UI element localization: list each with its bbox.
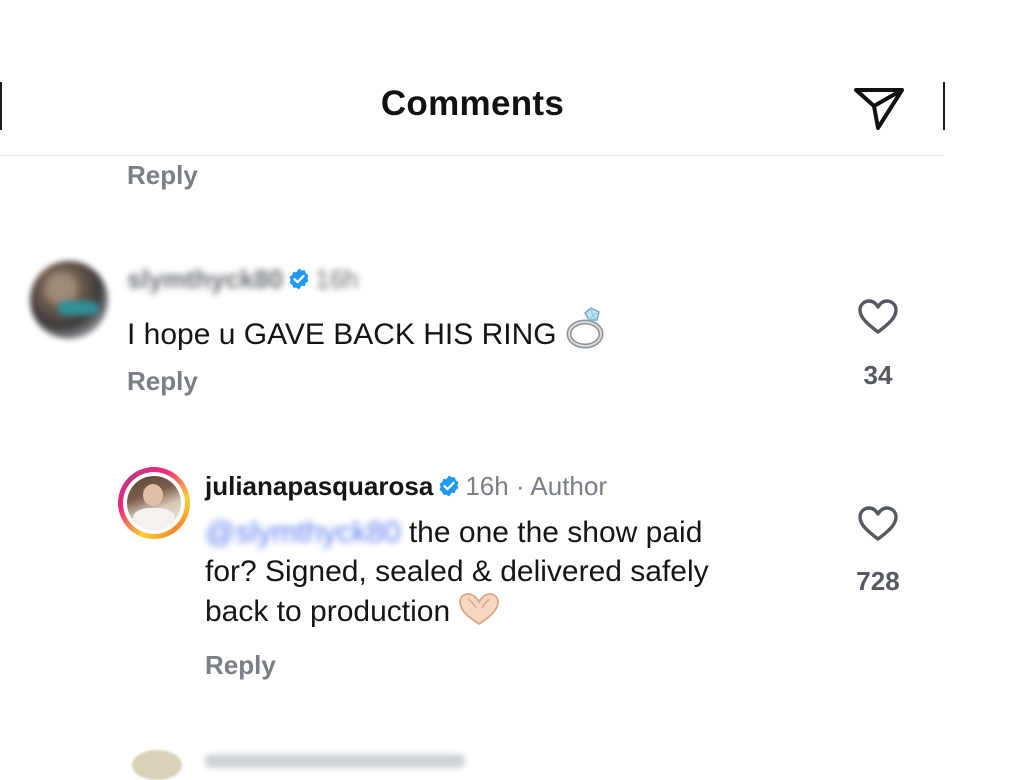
like-heart-icon[interactable]: [858, 506, 898, 542]
like-count: 34: [863, 360, 893, 390]
reply-button[interactable]: Reply: [127, 160, 198, 191]
header-divider: [0, 155, 945, 156]
avatar[interactable]: [30, 261, 108, 339]
comment-meta: julianapasquarosa 16h · Author: [205, 471, 607, 502]
comment-meta: slymthyck80 16h: [127, 264, 359, 295]
reply-button[interactable]: Reply: [205, 650, 276, 681]
like-heart-icon[interactable]: [858, 299, 898, 335]
verified-badge-icon: [439, 475, 459, 497]
reply-button[interactable]: Reply: [127, 366, 198, 397]
comment-body-line-2: for? Signed, sealed & delivered safely: [205, 555, 709, 588]
comment-time: 16h: [315, 264, 359, 294]
comment-line: back to production: [205, 591, 709, 631]
comment-text: I hope u GAVE BACK HIS RING: [127, 306, 609, 354]
heart-hands-emoji-icon: [459, 593, 500, 626]
page-title: Comments: [380, 84, 565, 123]
comment-body-line-3: back to production: [205, 595, 451, 628]
author-label: Author: [530, 471, 608, 501]
comment-line: @slymthyck80 the one the show paid: [205, 513, 709, 552]
like-count: 728: [856, 566, 900, 596]
comment-text: @slymthyck80 the one the show paid for? …: [205, 513, 709, 631]
next-comment-partial: [0, 740, 945, 780]
story-ring[interactable]: [118, 467, 190, 539]
meta-separator: ·: [515, 471, 525, 501]
username[interactable]: julianapasquarosa: [205, 471, 433, 501]
share-button[interactable]: [850, 80, 906, 132]
username-blurred[interactable]: slymthyck80: [127, 264, 283, 294]
username-blurred: [205, 754, 465, 768]
comments-header: Comments: [0, 74, 945, 154]
mention-link[interactable]: @slymthyck80: [205, 516, 401, 549]
verified-badge-icon: [289, 268, 309, 290]
ring-emoji-icon: [566, 307, 604, 349]
comment-body: I hope u GAVE BACK HIS RING: [127, 318, 557, 351]
avatar-face: [143, 484, 163, 506]
paper-plane-icon: [854, 88, 904, 130]
avatar-detail: [58, 301, 98, 315]
comment-body-line-1: the one the show paid: [408, 516, 703, 549]
avatar-body: [133, 508, 175, 530]
comment-time: 16h: [465, 471, 509, 501]
avatar[interactable]: [132, 750, 182, 780]
avatar: [127, 476, 181, 530]
